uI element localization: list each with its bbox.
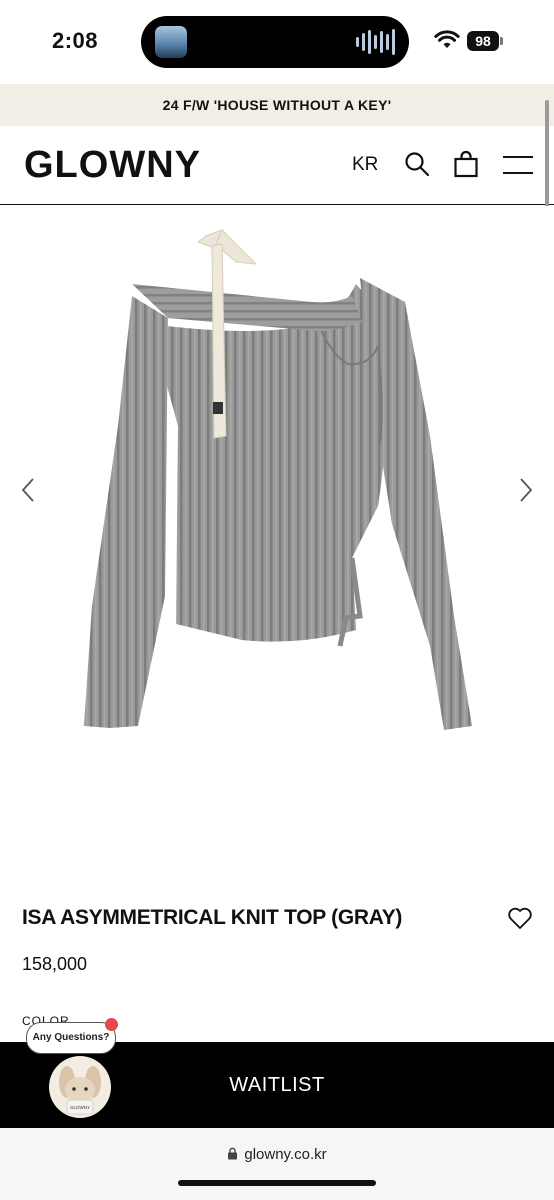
wifi-icon — [434, 30, 460, 48]
url-display[interactable]: glowny.co.kr — [0, 1146, 554, 1163]
menu-icon[interactable] — [502, 154, 534, 176]
lock-icon — [228, 1147, 238, 1160]
heart-icon[interactable] — [507, 906, 533, 930]
language-toggle[interactable]: KR — [352, 154, 378, 176]
notification-dot — [105, 1018, 118, 1031]
product-title: ISA ASYMMETRICAL KNIT TOP (GRAY) — [22, 906, 403, 929]
product-gallery[interactable] — [0, 206, 554, 866]
battery-tip — [500, 37, 503, 45]
chevron-right-icon[interactable] — [518, 476, 534, 504]
chat-bubble[interactable]: Any Questions? — [26, 1022, 116, 1054]
product-image — [84, 229, 472, 730]
bunny-mascot-icon: GLOWNY — [59, 1066, 101, 1115]
url-text: glowny.co.kr — [244, 1146, 327, 1163]
announcement-bar[interactable]: 24 F/W 'HOUSE WITHOUT A KEY' — [0, 84, 554, 126]
site-header: GLOWNY KR — [0, 126, 554, 205]
product-price: 158,000 — [22, 954, 88, 974]
dynamic-island[interactable] — [141, 16, 409, 68]
home-indicator[interactable] — [178, 1180, 376, 1186]
battery-icon: 98 — [467, 31, 499, 51]
browser-url-bar[interactable]: glowny.co.kr — [0, 1128, 554, 1200]
status-bar: 2:08 98 — [0, 0, 554, 84]
status-time: 2:08 — [52, 28, 99, 53]
chat-avatar[interactable]: GLOWNY — [49, 1056, 111, 1118]
search-icon[interactable] — [403, 150, 431, 178]
chevron-left-icon[interactable] — [20, 476, 36, 504]
shopping-bag-icon[interactable] — [452, 150, 480, 178]
avatar-label: GLOWNY — [70, 1105, 90, 1110]
audio-wave-icon — [356, 28, 395, 56]
brand-logo[interactable]: GLOWNY — [24, 144, 201, 187]
now-playing-artwork — [155, 26, 187, 58]
